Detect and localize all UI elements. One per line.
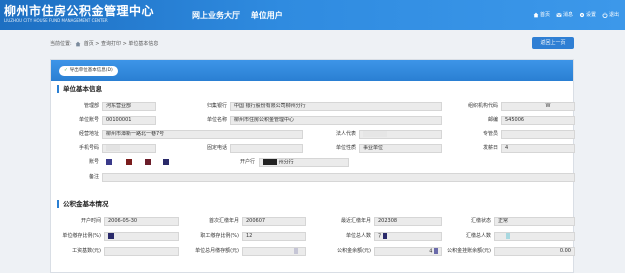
payday-label: 发薪日 — [482, 145, 498, 151]
dept-field: 河东营业部 — [102, 102, 156, 111]
breadcrumb-path[interactable]: 首页 > 查询打印 > 单位基本信息 — [84, 40, 159, 47]
addr-field: 柳州市潭新一路北一巷7号 — [102, 130, 303, 139]
power-icon — [602, 12, 608, 18]
home-icon — [75, 41, 81, 46]
wage-base-label: 工资基数(元) — [72, 248, 101, 254]
message-link[interactable]: 消息 — [556, 11, 573, 18]
unit-ratio-label: 单位缴存比例(%) — [62, 233, 101, 239]
payday-field: 4 — [501, 144, 575, 153]
balance-value: 4 — [429, 248, 433, 255]
gear-icon — [579, 12, 585, 17]
total-staff-value: 7 — [378, 233, 382, 240]
home-icon — [533, 12, 539, 17]
nav-unit-user[interactable]: 单位用户 — [251, 11, 283, 20]
home-link[interactable]: 首页 — [533, 11, 550, 18]
manager-label: 专管员 — [482, 131, 498, 137]
bank-field: 中国 银行股份有限公司柳州分行 — [230, 102, 442, 111]
postcode-label: 邮编 — [487, 117, 498, 123]
last-pay-label: 最近汇缴年月 — [340, 218, 371, 224]
open-bank-field: 州分行 — [259, 158, 349, 167]
nav-online-hall[interactable]: 网上业务大厅 — [192, 11, 240, 20]
open-bank-value: 州分行 — [278, 159, 294, 166]
back-button[interactable]: 返回上一页 — [532, 37, 574, 49]
info-panel: ✓ 导出单位基本信息(D) 单位基本信息 管理部 河东营业部 归集银行 中国 银… — [50, 59, 575, 273]
remark-field — [102, 173, 575, 182]
acct-label: 单位账号 — [78, 117, 99, 123]
logo-subtitle: LIUZHOU CITY HOUSE FUND MANAGEMENT CENTE… — [4, 18, 108, 23]
first-pay-label: 首次汇缴年月 — [208, 218, 239, 224]
open-bank-label: 开户行 — [239, 159, 255, 165]
pay-status-field: 正常 — [494, 217, 575, 226]
dept-label: 管理部 — [83, 103, 99, 109]
logo-title: 柳州市住房公积金管理中心 — [4, 4, 155, 18]
balance-field: 4 — [374, 247, 442, 256]
mobile-label: 手机号码 — [78, 145, 99, 151]
monthly-amount-label: 单位总月缴存额(元) — [195, 248, 239, 254]
paying-staff-label: 汇缴总人数 — [465, 233, 491, 239]
remark-label: 备注 — [88, 174, 99, 180]
first-pay-field: 200607 — [242, 217, 306, 226]
top-header: 柳州市住房公积金管理中心 LIUZHOU CITY HOUSE FUND MAN… — [0, 0, 625, 30]
last-pay-field: 202308 — [374, 217, 442, 226]
balance-label: 公积金余额(元) — [337, 248, 371, 254]
site-logo: 柳州市住房公积金管理中心 LIUZHOU CITY HOUSE FUND MAN… — [4, 4, 154, 24]
export-button-label: 导出单位基本信息(D) — [69, 68, 113, 73]
bank-label: 归集银行 — [206, 103, 227, 109]
pending-balance-field: 0.00 — [494, 247, 575, 256]
org-code-field: W — [501, 102, 575, 111]
unit-ratio-field — [104, 232, 179, 241]
home-link-label: 首页 — [539, 12, 550, 18]
pending-balance-label: 公积金挂账余额(元) — [447, 248, 491, 254]
message-link-label: 消息 — [562, 12, 573, 18]
wage-base-field — [104, 247, 179, 256]
message-icon — [556, 12, 562, 17]
total-staff-field: 7 — [374, 232, 442, 241]
total-staff-label: 单位总人数 — [345, 233, 371, 239]
emp-ratio-field: 12 — [242, 232, 306, 241]
monthly-amount-field — [242, 247, 306, 256]
mobile-field — [102, 144, 156, 153]
unit-name-field: 柳州市住房公积金管理中心 — [230, 116, 442, 125]
phone-label: 固定电话 — [206, 145, 227, 151]
bank-account-field — [102, 158, 194, 167]
legal-rep-label: 法人代表 — [335, 131, 356, 137]
addr-label: 经营地址 — [78, 131, 99, 137]
top-links: 首页 消息 设置 退出 — [533, 11, 619, 18]
pay-status-label: 汇缴状态 — [470, 218, 491, 224]
postcode-field: 545006 — [501, 116, 575, 125]
emp-ratio-label: 职工缴存比例(%) — [200, 233, 239, 239]
export-button[interactable]: ✓ 导出单位基本信息(D) — [59, 66, 118, 76]
panel-toolbar: ✓ 导出单位基本信息(D) — [51, 60, 573, 81]
main-nav: 网上业务大厅 单位用户 — [192, 10, 291, 21]
unit-name-label: 单位名称 — [206, 117, 227, 123]
org-code-label: 组织机构代码 — [467, 103, 498, 109]
logout-link-label: 退出 — [608, 12, 619, 18]
legal-rep-field — [359, 130, 442, 139]
phone-field — [230, 144, 303, 153]
unit-section-title: 单位基本信息 — [57, 85, 102, 93]
settings-link-label: 设置 — [585, 12, 596, 18]
acct-field: 00100001 — [102, 116, 156, 125]
paying-staff-field — [494, 232, 575, 241]
logout-link[interactable]: 退出 — [602, 11, 619, 18]
manager-field — [501, 130, 575, 139]
fund-section-title: 公积金基本情况 — [57, 200, 109, 208]
breadcrumb-label: 当前位置: — [50, 41, 72, 47]
open-date-label: 开户时间 — [80, 218, 101, 224]
check-icon: ✓ — [64, 68, 68, 73]
breadcrumb: 当前位置: 首页 > 查询打印 > 单位基本信息 — [50, 40, 158, 47]
nature-label: 单位性质 — [335, 145, 356, 151]
nature-field: 事业单位 — [359, 144, 442, 153]
open-date-field: 2006-05-30 — [104, 217, 179, 226]
settings-link[interactable]: 设置 — [579, 11, 596, 18]
bank-account-label: 账号 — [88, 159, 99, 165]
